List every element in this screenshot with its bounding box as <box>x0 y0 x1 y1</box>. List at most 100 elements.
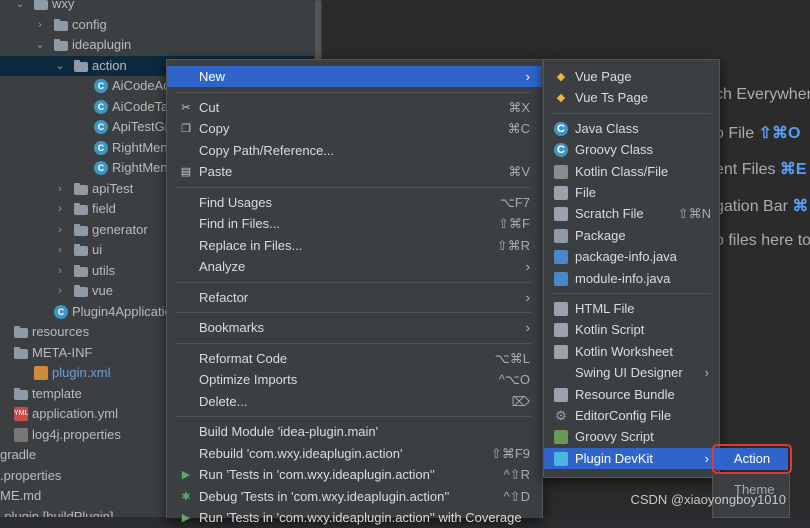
tree-row-label: ideaplugin <box>72 37 132 52</box>
folder-icon <box>34 0 48 10</box>
menu-item-swing-ui-designer[interactable]: Swing UI Designer › <box>544 362 719 383</box>
menu-item-kotlin-class-file[interactable]: Kotlin Class/File <box>544 161 719 182</box>
menu-item-replace-in-files[interactable]: Replace in Files... ⇧⌘R <box>167 235 542 256</box>
tree-row-label: resources <box>32 324 90 339</box>
folder-icon <box>74 182 88 195</box>
menu-item-groovy-class[interactable]: C Groovy Class <box>544 139 719 160</box>
editor-hint: ent Files ⌘E <box>715 159 807 179</box>
menu-item-label: Find Usages <box>199 194 272 210</box>
chevron-right-icon[interactable]: › <box>34 15 46 35</box>
menu-separator <box>175 342 532 344</box>
menu-item-label: HTML File <box>575 301 635 316</box>
chevron-down-icon[interactable]: ⌄ <box>54 56 66 76</box>
chevron-right-icon[interactable]: › <box>54 281 66 301</box>
class-icon: C <box>94 161 108 175</box>
menu-item-label: Build Module 'idea-plugin.main' <box>199 424 379 439</box>
java-file-icon <box>554 250 568 265</box>
tree-row[interactable]: ⌄ wxy <box>0 0 322 14</box>
tree-row-label: .properties <box>0 467 62 483</box>
editor-hint: o File ⇧⌘O <box>715 123 800 143</box>
file-icon <box>554 186 568 200</box>
menu-item-vue-ts-page[interactable]: ◆ Vue Ts Page <box>544 87 719 108</box>
menu-item-label: EditorConfig File <box>575 408 672 423</box>
menu-item-label: Delete... <box>199 393 248 409</box>
menu-item-shortcut: ⌥⌘L <box>494 350 530 366</box>
tree-row[interactable]: ⌄ ideaplugin <box>0 35 322 55</box>
menu-item-label: File <box>575 185 596 200</box>
class-icon: C <box>94 79 108 93</box>
menu-item-kotlin-worksheet[interactable]: Kotlin Worksheet <box>544 341 719 362</box>
menu-item-vue-page[interactable]: ◆ Vue Page <box>544 66 719 87</box>
menu-item-label: Groovy Class <box>575 142 654 158</box>
menu-item-find-usages[interactable]: Find Usages ⌥F7 <box>167 192 542 213</box>
menu-item-plugin-devkit[interactable]: Plugin DevKit › <box>544 447 719 469</box>
menu-item-label: package-info.java <box>575 249 677 265</box>
menu-item-package[interactable]: Package <box>544 225 719 246</box>
menu-item-run-tests-in-com-wxy-ideaplugin-action-with-coverage[interactable]: ▶ Run 'Tests in 'com.wxy.ideaplugin.actio… <box>167 507 542 528</box>
menu-item-paste[interactable]: ▤ Paste ⌘V <box>167 161 542 182</box>
editor-hint: o files here to <box>715 232 810 250</box>
menu-item-copy[interactable]: ❐ Copy ⌘C <box>167 118 542 139</box>
menu-item-file[interactable]: File <box>544 182 719 203</box>
chevron-down-icon[interactable]: ⌄ <box>14 0 26 14</box>
kotlin-script-icon <box>554 323 568 338</box>
menu-item-kotlin-script[interactable]: Kotlin Script <box>544 319 719 340</box>
chevron-right-icon: › <box>704 450 709 466</box>
menu-item-new[interactable]: New › <box>167 66 542 87</box>
editor-hint: gation Bar ⌘ <box>715 196 808 216</box>
gear-icon: ⚙ <box>555 408 567 423</box>
menu-item-label: New <box>199 69 226 84</box>
folder-icon <box>74 285 88 297</box>
menu-item-bookmarks[interactable]: Bookmarks › <box>167 317 542 338</box>
menu-item-run-tests-in-com-wxy-ideaplugin-action[interactable]: ▶ Run 'Tests in 'com.wxy.ideaplugin.actio… <box>167 464 542 485</box>
tree-row-label: action <box>92 57 127 73</box>
menu-item-shortcut: ^⇧D <box>503 488 530 504</box>
menu-item-analyze[interactable]: Analyze › <box>167 256 542 277</box>
groovy-class-icon: C <box>554 143 568 158</box>
menu-item-scratch-file[interactable]: Scratch File ⇧⌘N <box>544 203 719 224</box>
chevron-down-icon[interactable]: ⌄ <box>34 35 46 55</box>
menu-item-html-file[interactable]: HTML File <box>544 298 719 319</box>
menu-separator <box>175 91 532 93</box>
menu-item-shortcut: ^⇧R <box>503 467 530 482</box>
tree-row[interactable]: › config <box>0 15 322 35</box>
chevron-right-icon[interactable]: › <box>54 261 66 281</box>
chevron-right-icon[interactable]: › <box>54 220 66 240</box>
folder-icon <box>14 346 28 359</box>
tree-row-label: field <box>92 201 116 216</box>
menu-item-debug-tests-in-com-wxy-ideaplugin-action[interactable]: ✱ Debug 'Tests in 'com.wxy.ideaplugin.act… <box>167 486 542 507</box>
menu-item-label: Swing UI Designer <box>575 365 683 381</box>
menu-item-resource-bundle[interactable]: Resource Bundle <box>544 384 719 405</box>
folder-icon <box>74 203 88 215</box>
chevron-right-icon[interactable]: › <box>54 199 66 219</box>
editor-hint: ch Everywhere <box>715 86 810 104</box>
menu-item-editorconfig-file[interactable]: ⚙ EditorConfig File <box>544 405 719 426</box>
chevron-right-icon[interactable]: › <box>54 179 66 199</box>
java-file-icon <box>554 271 568 286</box>
tree-scrollbar-thumb[interactable] <box>315 0 321 60</box>
menu-item-copy-path-reference[interactable]: Copy Path/Reference... <box>167 140 542 161</box>
menu-item-rebuild-com-wxy-ideaplugin-action[interactable]: Rebuild 'com.wxy.ideaplugin.action' ⇧⌘F9 <box>167 443 542 464</box>
yml-file-icon: YML <box>14 407 28 421</box>
menu-item-build-module-idea-plugin-main[interactable]: Build Module 'idea-plugin.main' <box>167 421 542 442</box>
chevron-right-icon[interactable]: › <box>54 240 66 260</box>
menu-item-module-info-java[interactable]: module-info.java <box>544 268 719 289</box>
menu-item-find-in-files[interactable]: Find in Files... ⇧⌘F <box>167 213 542 234</box>
vue-icon: ◆ <box>556 92 566 105</box>
menu-item-delete[interactable]: Delete... ⌦ <box>167 391 542 412</box>
menu-item-label: Analyze <box>199 259 246 274</box>
menu-item-package-info-java[interactable]: package-info.java <box>544 246 719 267</box>
menu-item-label: Paste <box>199 164 233 179</box>
menu-item-reformat-code[interactable]: Reformat Code ⌥⌘L <box>167 348 542 369</box>
menu-item-refactor[interactable]: Refactor › <box>167 287 542 308</box>
menu-item-java-class[interactable]: C Java Class <box>544 118 719 139</box>
menu-item-label: Refactor <box>199 289 249 305</box>
chevron-right-icon: › <box>525 320 530 335</box>
menu-item-groovy-script[interactable]: Groovy Script <box>544 426 719 447</box>
menu-item-shortcut: ⌥F7 <box>499 194 530 210</box>
html-icon <box>554 302 568 316</box>
menu-item-optimize-imports[interactable]: Optimize Imports ^⌥O <box>167 369 542 390</box>
menu-item-cut[interactable]: ✂ Cut ⌘X <box>167 97 542 118</box>
chevron-right-icon: › <box>525 259 530 274</box>
menu-item-label: Kotlin Class/File <box>575 163 669 179</box>
